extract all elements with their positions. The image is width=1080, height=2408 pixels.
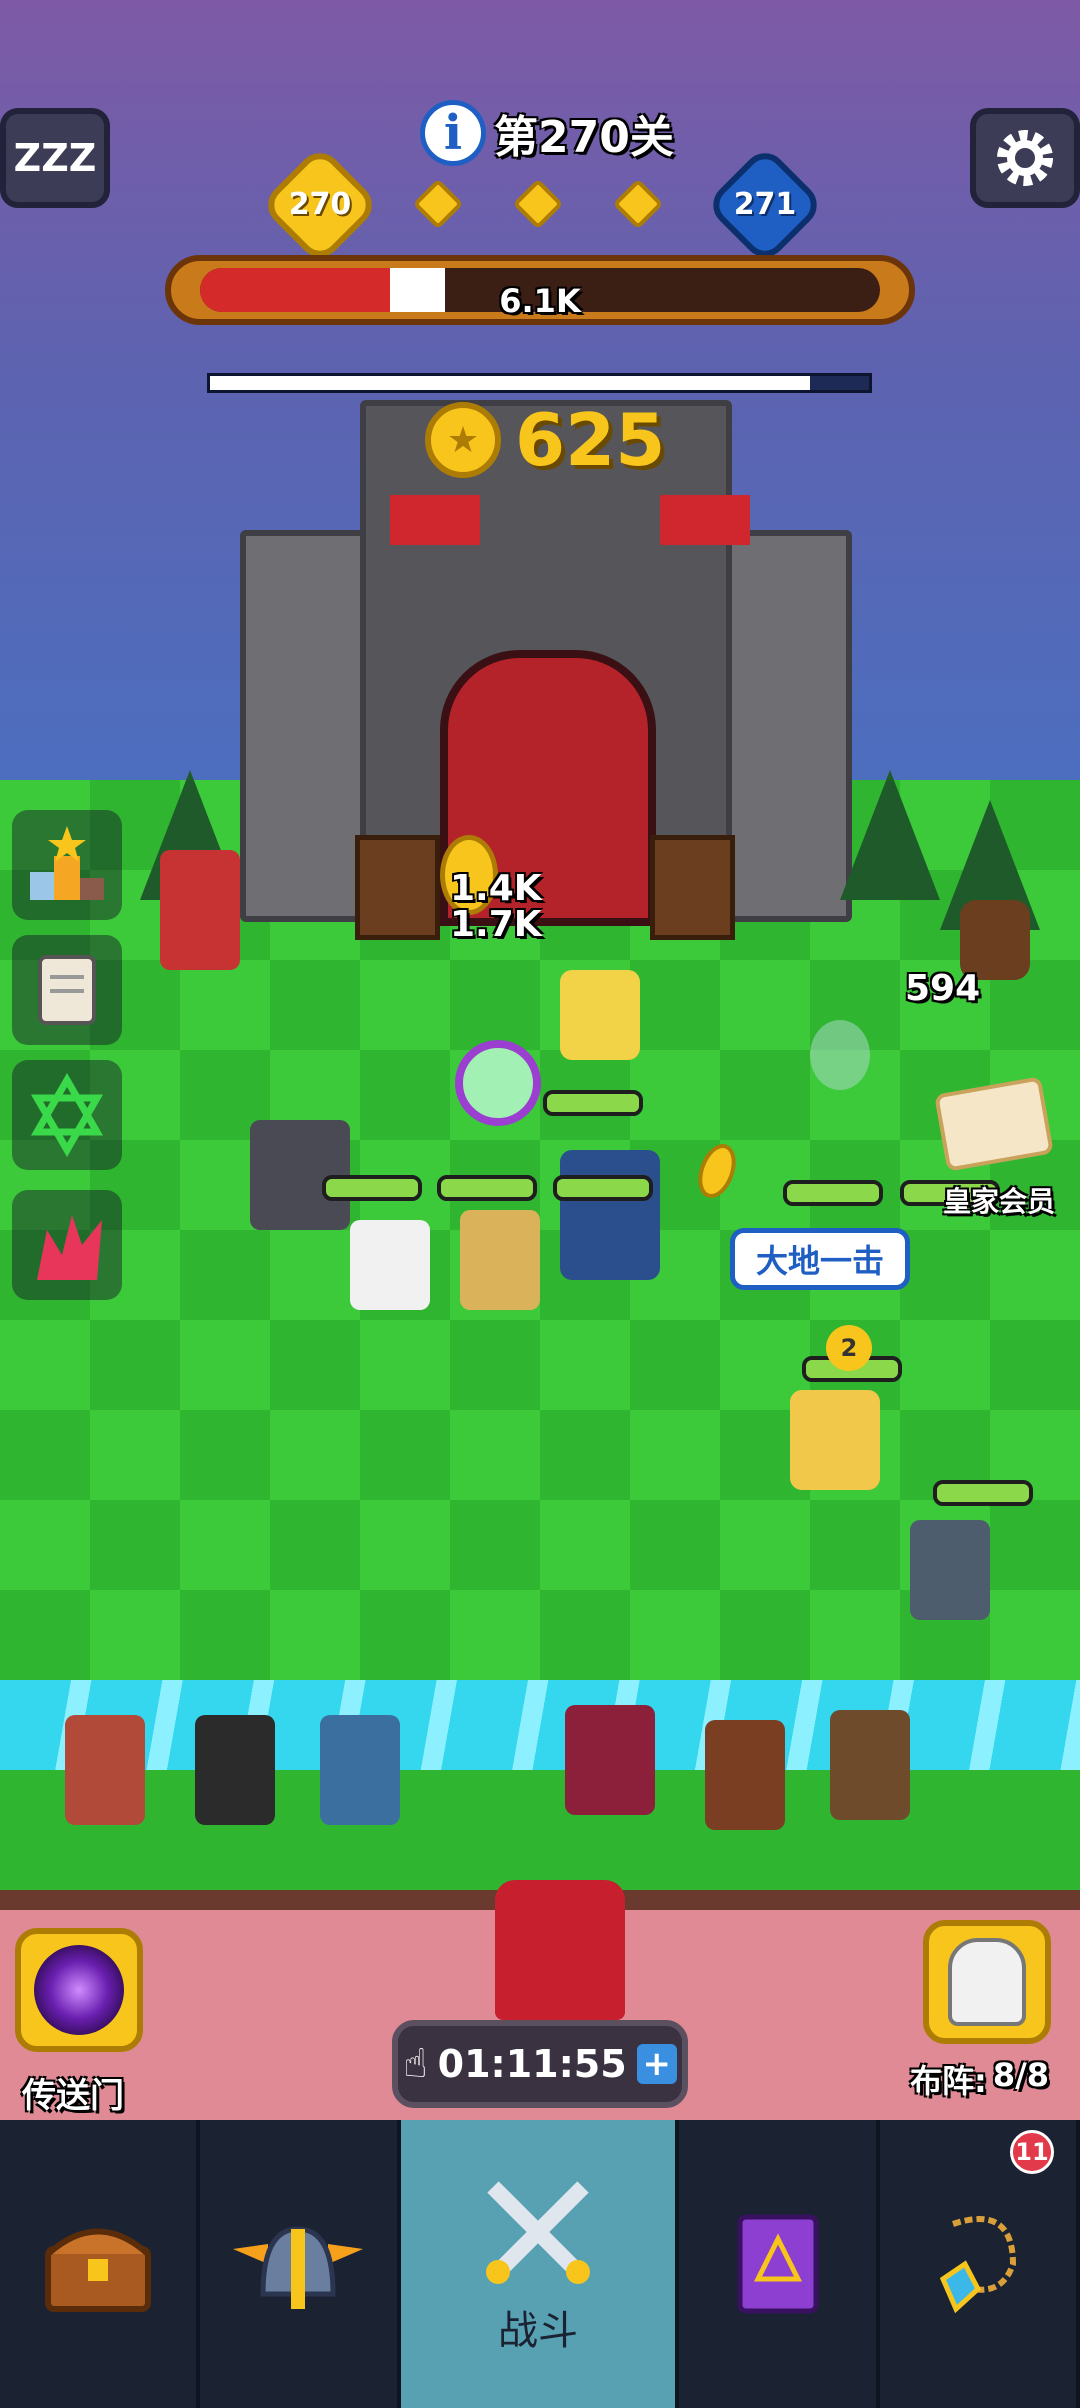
portal-label: 传送门 (22, 2076, 124, 2116)
reserve-unit[interactable] (65, 1715, 145, 1825)
enemy-gold-guard (790, 1390, 880, 1490)
crate (355, 835, 440, 940)
unit-health-bar (553, 1175, 653, 1201)
claw-icon (37, 1215, 102, 1280)
settings-button[interactable] (970, 108, 1080, 208)
bottom-nav: 战斗 11 (0, 2120, 1080, 2408)
player-cannon (495, 1880, 625, 2020)
enemy-demon (160, 850, 240, 970)
hexagram-button[interactable] (12, 1060, 122, 1170)
hero-bee (560, 970, 640, 1060)
timer-value: 01:11:55 (437, 2042, 627, 2086)
portal-icon (34, 1945, 124, 2035)
auto-timer[interactable]: ☝ 01:11:55 + (392, 2020, 688, 2108)
nav-hero[interactable] (200, 2120, 401, 2408)
podium-icon (30, 826, 104, 900)
skull-effect (455, 1040, 541, 1126)
reserve-unit[interactable] (830, 1710, 910, 1820)
tree (840, 770, 940, 900)
crossed-swords-icon (486, 2181, 590, 2284)
river-bank (0, 1770, 1080, 1890)
river (0, 1680, 1080, 1770)
nav-chest[interactable] (0, 2120, 201, 2408)
level-label: 第270关 (494, 112, 674, 163)
damage-number: 1.4K (450, 868, 542, 909)
hero-warrior (460, 1210, 540, 1310)
crate (650, 835, 735, 940)
enemy-archer (910, 1520, 990, 1620)
skill-name: 大地一击 (755, 1242, 884, 1280)
unit-health-bar (543, 1090, 643, 1116)
quest-scroll-button[interactable] (12, 935, 122, 1045)
nav-amulet[interactable]: 11 (880, 2120, 1080, 2408)
sleep-icon: ZZZ (13, 136, 97, 180)
next-level-hex: 271 (704, 144, 826, 266)
coin-value: 625 (515, 398, 666, 482)
nav-battle[interactable]: 战斗 (400, 2120, 680, 2408)
unit-health-bar (783, 1180, 883, 1206)
ghost-skull (810, 1020, 870, 1090)
chest-icon (45, 2228, 152, 2312)
damage-number: 1.7K (450, 904, 542, 945)
formation-button[interactable] (923, 1920, 1051, 2044)
skill-callout: 大地一击 (730, 1228, 910, 1290)
reserve-unit[interactable] (320, 1715, 400, 1825)
knight-portrait-icon (948, 1938, 1026, 2026)
unit-health-bar (322, 1175, 422, 1201)
claw-button[interactable] (12, 1190, 122, 1300)
nav-battle-label: 战斗 (498, 2308, 578, 2354)
spellbook-icon (737, 2214, 819, 2314)
enemy-level-badge: 2 (826, 1325, 872, 1371)
boss-shield-bar (207, 373, 872, 393)
hero-dragon (560, 1150, 660, 1280)
tap-hand-icon: ☝ (403, 2041, 428, 2087)
coin-icon: ★ (425, 402, 501, 478)
portal-button[interactable] (15, 1928, 143, 2052)
amulet-icon (939, 2216, 1016, 2314)
formation-label: 布阵: (910, 2062, 987, 2100)
reserve-unit[interactable] (705, 1720, 785, 1830)
notification-badge: 11 (1010, 2130, 1054, 2174)
reserve-unit[interactable] (195, 1715, 275, 1825)
boss-health-text: 6.1K (499, 282, 581, 320)
gear-icon (997, 130, 1053, 186)
current-level-hex: 270 (259, 144, 381, 266)
coin-counter: ★ 625 (425, 398, 665, 482)
damage-number: 594 (905, 968, 981, 1009)
add-time-button[interactable]: + (636, 2044, 677, 2084)
sleep-button[interactable]: ZZZ (0, 108, 110, 208)
formation-status: 布阵: 8/8 (910, 2056, 1049, 2102)
level-title: i 第270关 (420, 100, 674, 166)
royal-member-label: 皇家会员 (943, 1185, 1056, 1218)
nav-spellbook[interactable] (679, 2120, 880, 2408)
hero-white-knight (350, 1220, 430, 1310)
unit-health-bar (933, 1480, 1033, 1506)
info-icon[interactable]: i (420, 100, 486, 166)
royal-card-icon (934, 1076, 1054, 1172)
boss-shield-fill (210, 376, 810, 390)
unit-health-bar (437, 1175, 537, 1201)
scroll-icon (38, 955, 96, 1025)
reserve-unit[interactable] (565, 1705, 655, 1815)
formation-value: 8/8 (992, 2056, 1050, 2094)
rank-button[interactable] (12, 810, 122, 920)
hexagram-icon (30, 1072, 104, 1158)
helmet-icon (233, 2226, 364, 2309)
